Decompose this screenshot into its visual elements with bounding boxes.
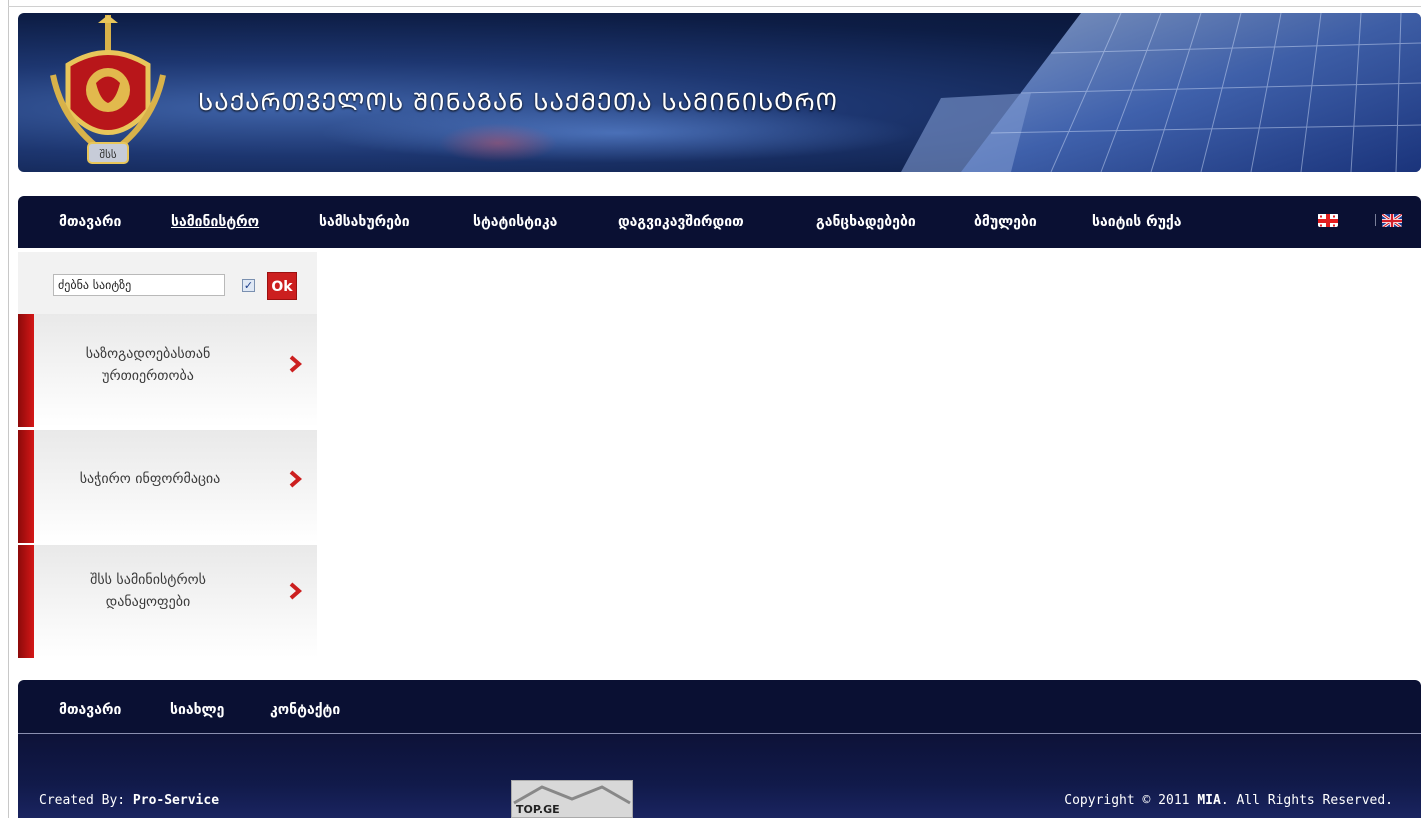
footer-link-news[interactable]: სიახლე: [170, 702, 224, 718]
sidebar-item-useful-info[interactable]: საჭირო ინფორმაცია: [18, 430, 317, 543]
created-by-link[interactable]: Pro-Service: [133, 793, 219, 808]
topge-label: TOP.GE: [516, 803, 560, 816]
page-border-top: [8, 6, 1421, 7]
ministry-emblem-icon: შსს: [50, 15, 166, 164]
site-title: ᲡᲐᲥᲐᲠᲗᲕᲔᲚᲝᲡ ᲨᲘᲜᲐᲒᲐᲜ ᲡᲐᲥᲛᲔᲗᲐ ᲡᲐᲛᲘᲜᲘᲡᲢᲠᲝ: [198, 88, 839, 116]
nav-item-contact-us[interactable]: დაგვიკავშირდით: [618, 214, 744, 230]
sidebar-item-label: საზოგადოებასთან ურთიერთობა: [85, 346, 211, 384]
nav-item-ministry[interactable]: სამინისტრო: [171, 214, 259, 230]
nav-item-services[interactable]: სამსახურები: [319, 214, 410, 230]
chevron-right-icon: [289, 582, 302, 600]
sidebar-item-ministry-divisions[interactable]: შსს სამინისტროს დანაყოფები: [18, 545, 317, 658]
created-by-text: Created By: Pro-Service: [39, 793, 220, 808]
glass-building-graphic: [901, 13, 1421, 172]
copyright-text: Copyright © 2011 MIA. All Rights Reserve…: [1064, 793, 1393, 808]
nav-item-announcements[interactable]: განცხადებები: [816, 214, 916, 230]
search-input[interactable]: [53, 274, 225, 296]
language-separator: [1375, 214, 1376, 226]
sidebar-item-label: შსს სამინისტროს დანაყოფები: [90, 572, 206, 610]
main-navigation: მთავარი სამინისტრო სამსახურები სტატისტიკ…: [18, 196, 1421, 248]
footer-navigation: მთავარი სიახლე კონტაქტი: [18, 680, 1421, 733]
sidebar: ✓ Ok საზოგადოებასთან ურთიერთობა საჭირო ი…: [18, 252, 317, 658]
footer-link-contact[interactable]: კონტაქტი: [270, 702, 340, 718]
sidebar-item-accent-bar: [18, 430, 34, 543]
sidebar-item-label: საჭირო ინფორმაცია: [79, 471, 221, 487]
emblem-text: შსს: [99, 148, 116, 161]
footer: Created By: Pro-Service TOP.GE Copyright…: [18, 734, 1421, 818]
topge-logo-icon: [513, 785, 631, 805]
georgian-flag-icon[interactable]: [1318, 213, 1338, 227]
header-banner: შსს ᲡᲐᲥᲐᲠᲗᲕᲔᲚᲝᲡ ᲨᲘᲜᲐᲒᲐᲜ ᲡᲐᲥᲛᲔᲗᲐ ᲡᲐᲛᲘᲜᲘᲡᲢ…: [18, 13, 1421, 172]
chevron-right-icon: [289, 355, 302, 373]
banner-red-glow: [438, 123, 558, 163]
sidebar-item-accent-bar: [18, 545, 34, 658]
nav-item-home[interactable]: მთავარი: [59, 214, 121, 230]
chevron-right-icon: [289, 470, 302, 488]
topge-counter-badge[interactable]: TOP.GE: [511, 780, 633, 818]
footer-link-home[interactable]: მთავარი: [59, 702, 121, 718]
search-checkbox[interactable]: ✓: [242, 279, 255, 292]
uk-flag-icon[interactable]: [1382, 213, 1402, 227]
search-box: ✓ Ok: [18, 252, 317, 314]
search-ok-button[interactable]: Ok: [267, 272, 297, 300]
sidebar-item-public-relations[interactable]: საზოგადოებასთან ურთიერთობა: [18, 314, 317, 427]
nav-item-links[interactable]: ბმულები: [974, 214, 1037, 230]
nav-item-statistics[interactable]: სტატისტიკა: [473, 214, 557, 230]
nav-item-sitemap[interactable]: საიტის რუქა: [1092, 214, 1182, 230]
page-border-left: [8, 0, 9, 818]
sidebar-item-accent-bar: [18, 314, 34, 427]
